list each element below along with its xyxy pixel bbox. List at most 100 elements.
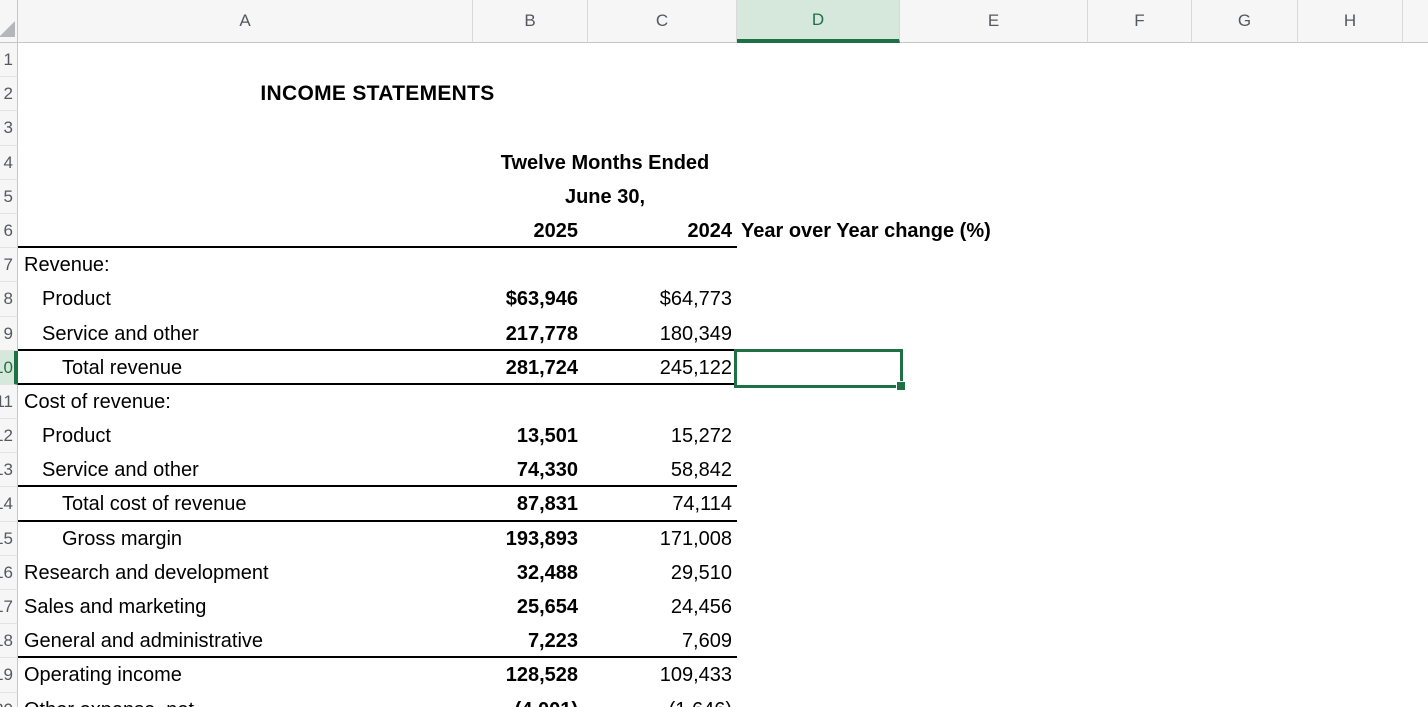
sheet-row-14: Total cost of revenue 87,83174,114 xyxy=(18,487,1428,521)
cell-A20[interactable]: Other expense, net xyxy=(18,693,194,707)
sheet-row-16: Research and development 32,48829,510 xyxy=(18,556,1428,590)
cell-B13[interactable]: 74,330 xyxy=(473,453,588,485)
row-header-2[interactable]: 2 xyxy=(0,77,18,111)
column-header-G[interactable]: G xyxy=(1192,0,1298,43)
row-header-7[interactable]: 7 xyxy=(0,248,18,282)
row-header-20[interactable]: 20 xyxy=(0,693,18,707)
row-header-19[interactable]: 19 xyxy=(0,658,18,692)
cell-C14[interactable]: 74,114 xyxy=(588,487,737,519)
cell-A10[interactable]: Total revenue xyxy=(18,351,182,383)
row-8-cells-a-to-c[interactable]: Product $63,946$64,773 xyxy=(18,282,737,316)
sheet-row-13: Service and other 74,33058,842 xyxy=(18,453,1428,487)
row-1-cells-a-to-c[interactable] xyxy=(18,43,737,77)
row-6-cells-a-to-c[interactable] xyxy=(18,214,737,248)
row-10-cells-a-to-c[interactable]: Total revenue 281,724245,122 xyxy=(18,351,737,385)
cell-B15[interactable]: 193,893 xyxy=(473,522,588,556)
cell-A7[interactable]: Revenue: xyxy=(18,248,110,282)
column-header-H[interactable]: H xyxy=(1298,0,1403,43)
row-16-cells-a-to-c[interactable]: Research and development 32,48829,510 xyxy=(18,556,737,590)
sheet-row-18: General and administrative 7,2237,609 xyxy=(18,624,1428,658)
row-2-cells-a-to-c[interactable] xyxy=(18,77,737,111)
cell-A8[interactable]: Product xyxy=(18,282,111,316)
cell-A9[interactable]: Service and other xyxy=(18,317,199,349)
row-20-cells-a-to-c[interactable]: Other expense, net (4,001)(1,646) xyxy=(18,693,737,707)
column-header-A[interactable]: A xyxy=(18,0,473,43)
fill-handle[interactable] xyxy=(896,381,906,391)
row-5-cells-a-to-c[interactable] xyxy=(18,180,737,214)
cell-C15[interactable]: 171,008 xyxy=(588,522,737,556)
row-12-cells-a-to-c[interactable]: Product 13,50115,272 xyxy=(18,419,737,453)
cell-A19[interactable]: Operating income xyxy=(18,658,182,692)
cell-B12[interactable]: 13,501 xyxy=(473,419,588,453)
cell-C16[interactable]: 29,510 xyxy=(588,556,737,590)
row-header-15[interactable]: 15 xyxy=(0,522,18,556)
cell-A13[interactable]: Service and other xyxy=(18,453,199,485)
cell-B9[interactable]: 217,778 xyxy=(473,317,588,349)
row-header-14[interactable]: 14 xyxy=(0,487,18,521)
sheet-row-8: Product $63,946$64,773 xyxy=(18,282,1428,316)
cell-B19[interactable]: 128,528 xyxy=(473,658,588,692)
cell-A11[interactable]: Cost of revenue: xyxy=(18,385,171,419)
cell-A14[interactable]: Total cost of revenue xyxy=(18,487,247,519)
row-11-cells-a-to-c[interactable]: Cost of revenue: xyxy=(18,385,737,419)
row-header-8[interactable]: 8 xyxy=(0,282,18,316)
cell-C20[interactable]: (1,646) xyxy=(588,693,737,707)
cell-A17[interactable]: Sales and marketing xyxy=(18,590,206,624)
sheet-row-17: Sales and marketing 25,65424,456 xyxy=(18,590,1428,624)
row-header-13[interactable]: 13 xyxy=(0,453,18,487)
row-header-18[interactable]: 18 xyxy=(0,624,18,658)
cell-C12[interactable]: 15,272 xyxy=(588,419,737,453)
column-header-B[interactable]: B xyxy=(473,0,588,43)
row-14-cells-a-to-c[interactable]: Total cost of revenue 87,83174,114 xyxy=(18,487,737,521)
cell-C10[interactable]: 245,122 xyxy=(588,351,737,383)
cell-B14[interactable]: 87,831 xyxy=(473,487,588,519)
column-header-D[interactable]: D xyxy=(737,0,900,43)
column-header-E[interactable]: E xyxy=(900,0,1088,43)
cell-C13[interactable]: 58,842 xyxy=(588,453,737,485)
cell-A16[interactable]: Research and development xyxy=(18,556,269,590)
selection-box[interactable] xyxy=(734,349,903,388)
row-header-5[interactable]: 5 xyxy=(0,180,18,214)
row-header-10[interactable]: 10 xyxy=(0,351,18,385)
cell-B10[interactable]: 281,724 xyxy=(473,351,588,383)
sheet-body: INCOME STATEMENTS Twelve Months Ended Ju… xyxy=(18,43,1428,707)
row-header-6[interactable]: 6 xyxy=(0,214,18,248)
cell-B17[interactable]: 25,654 xyxy=(473,590,588,624)
row-header-4[interactable]: 4 xyxy=(0,146,18,180)
row-9-cells-a-to-c[interactable]: Service and other 217,778180,349 xyxy=(18,317,737,351)
cell-B8[interactable]: $63,946 xyxy=(473,282,588,316)
sheet-row-2 xyxy=(18,77,1428,111)
row-15-cells-a-to-c[interactable]: Gross margin 193,893171,008 xyxy=(18,522,737,556)
column-header-F[interactable]: F xyxy=(1088,0,1192,43)
column-header-cropped[interactable] xyxy=(1403,0,1428,43)
row-header-3[interactable]: 3 xyxy=(0,111,18,145)
row-header-11[interactable]: 11 xyxy=(0,385,18,419)
cell-B18[interactable]: 7,223 xyxy=(473,624,588,656)
row-18-cells-a-to-c[interactable]: General and administrative 7,2237,609 xyxy=(18,624,737,658)
row-header-9[interactable]: 9 xyxy=(0,317,18,351)
row-7-cells-a-to-c[interactable]: Revenue: xyxy=(18,248,737,282)
cell-B16[interactable]: 32,488 xyxy=(473,556,588,590)
cell-B20[interactable]: (4,001) xyxy=(473,693,588,707)
cell-A15[interactable]: Gross margin xyxy=(18,522,182,556)
sheet-row-1 xyxy=(18,43,1428,77)
cell-C9[interactable]: 180,349 xyxy=(588,317,737,349)
cell-C8[interactable]: $64,773 xyxy=(588,282,737,316)
row-header-1[interactable]: 1 xyxy=(0,43,18,77)
row-13-cells-a-to-c[interactable]: Service and other 74,33058,842 xyxy=(18,453,737,487)
row-19-cells-a-to-c[interactable]: Operating income 128,528109,433 xyxy=(18,658,737,692)
select-all-button[interactable] xyxy=(0,0,18,43)
cell-C18[interactable]: 7,609 xyxy=(588,624,737,656)
select-all-triangle-icon xyxy=(0,21,15,37)
row-3-cells-a-to-c[interactable] xyxy=(18,111,737,145)
row-header-17[interactable]: 17 xyxy=(0,590,18,624)
cell-A18[interactable]: General and administrative xyxy=(18,624,263,656)
cell-A12[interactable]: Product xyxy=(18,419,111,453)
row-4-cells-a-to-c[interactable] xyxy=(18,146,737,180)
row-header-16[interactable]: 16 xyxy=(0,556,18,590)
cell-C17[interactable]: 24,456 xyxy=(588,590,737,624)
column-header-C[interactable]: C xyxy=(588,0,737,43)
row-17-cells-a-to-c[interactable]: Sales and marketing 25,65424,456 xyxy=(18,590,737,624)
row-header-12[interactable]: 12 xyxy=(0,419,18,453)
cell-C19[interactable]: 109,433 xyxy=(588,658,737,692)
